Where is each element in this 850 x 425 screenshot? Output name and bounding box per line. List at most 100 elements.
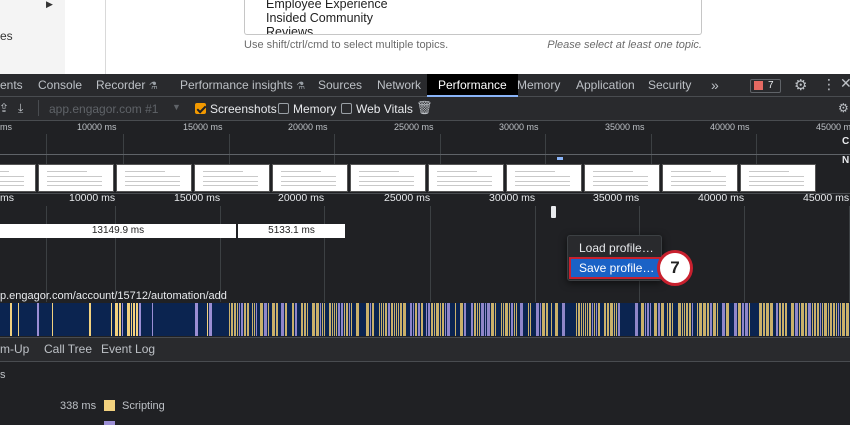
settings-gear-icon[interactable]: ⚙ — [794, 76, 807, 94]
activity-stripe — [516, 303, 517, 336]
activity-stripe — [381, 303, 382, 336]
activity-stripe — [372, 303, 374, 336]
tab-memory[interactable]: Memory — [517, 74, 560, 97]
screenshot-frame[interactable] — [428, 164, 504, 192]
screenshot-frame[interactable] — [38, 164, 114, 192]
activity-stripe — [672, 303, 673, 336]
main-tick-label: 10000 ms — [69, 192, 116, 204]
flask-icon: ⚗ — [148, 81, 158, 92]
screenshot-frame[interactable] — [740, 164, 816, 192]
save-profile-menu-item[interactable]: Save profile… — [569, 257, 661, 279]
activity-stripe — [592, 303, 593, 336]
tab-performance-insights[interactable]: Performance insights ⚗ — [180, 74, 305, 97]
activity-stripe — [776, 303, 778, 336]
chevron-down-icon[interactable]: ▼ — [172, 102, 181, 112]
activity-stripe — [426, 303, 427, 336]
interaction-bar[interactable]: 13149.9 ms — [0, 224, 236, 238]
topic-option[interactable]: Reviews — [266, 25, 313, 34]
activity-stripe — [247, 303, 249, 336]
screenshot-frame[interactable] — [272, 164, 348, 192]
main-gridline — [46, 206, 47, 302]
tab-security[interactable]: Security — [648, 74, 691, 97]
tab-event-log[interactable]: Event Log — [101, 342, 155, 356]
activity-stripe — [332, 303, 333, 336]
activity-stripe — [822, 303, 823, 336]
tab-bottom-up[interactable]: m-Up — [0, 342, 29, 356]
screenshot-frame[interactable] — [116, 164, 192, 192]
tab-elements[interactable]: ents — [0, 74, 23, 97]
activity-stripe — [686, 303, 688, 336]
activity-stripe — [791, 303, 794, 336]
activity-stripe — [734, 303, 737, 336]
activity-stripe — [604, 303, 606, 336]
activity-stripe — [388, 303, 390, 336]
activity-stripe — [820, 303, 821, 336]
main-gridline — [744, 206, 745, 302]
screenshot-frame[interactable] — [350, 164, 426, 192]
activity-stripe — [830, 303, 832, 336]
tab-sources[interactable]: Sources — [318, 74, 362, 97]
topic-option[interactable]: Insided Community — [266, 11, 373, 25]
screenshot-frame[interactable] — [506, 164, 582, 192]
screenshot-frame[interactable] — [194, 164, 270, 192]
more-options-icon[interactable]: ⋮ — [822, 76, 836, 93]
activity-stripe — [828, 303, 829, 336]
trash-icon[interactable]: 🗑 — [416, 100, 433, 116]
screenshots-checkbox[interactable] — [195, 103, 206, 114]
main-thread-activity[interactable] — [0, 303, 850, 336]
overview-tick-label: 10000 ms — [77, 122, 117, 132]
activity-stripe — [833, 303, 835, 336]
tab-performance-insights-label: Performance insights — [180, 78, 293, 92]
screenshot-frame[interactable] — [0, 164, 36, 192]
tab-call-tree[interactable]: Call Tree — [44, 342, 92, 356]
tab-recorder[interactable]: Recorder ⚗ — [96, 74, 158, 97]
topics-multiselect[interactable]: Employee Experience Insided Community Re… — [244, 0, 702, 35]
interaction-bar[interactable]: 5133.1 ms — [238, 224, 345, 238]
activity-stripe — [413, 303, 414, 336]
load-profile-menu-item[interactable]: Load profile… — [571, 239, 659, 257]
activity-stripe — [440, 303, 441, 336]
activity-stripe — [410, 303, 412, 336]
main-thread-url: p.engagor.com/account/15712/automation/a… — [0, 290, 227, 302]
topic-option[interactable]: Employee Experience — [266, 0, 388, 11]
close-devtools-icon[interactable]: ✕ — [840, 75, 850, 92]
activity-stripe — [474, 303, 476, 336]
more-tabs-icon[interactable]: » — [711, 77, 719, 93]
caret-right-icon[interactable]: ▶ — [46, 0, 53, 10]
left-nav-text[interactable]: es — [0, 29, 13, 43]
activity-stripe — [766, 303, 769, 336]
overview-tick-label: 20000 ms — [288, 122, 328, 132]
tab-network[interactable]: Network — [377, 74, 421, 97]
activity-stripe — [254, 303, 255, 336]
activity-stripe — [511, 303, 513, 336]
activity-stripe — [782, 303, 784, 336]
issues-badge[interactable]: 7 — [750, 79, 781, 93]
flask-icon: ⚗ — [296, 81, 306, 92]
activity-stripe — [641, 303, 644, 336]
activity-stripe — [234, 303, 236, 336]
activity-stripe — [520, 303, 523, 336]
screenshot-frame[interactable] — [584, 164, 660, 192]
profile-target-select[interactable]: app.engagor.com #1 — [49, 102, 158, 116]
screenshot-frame[interactable] — [662, 164, 738, 192]
activity-stripe — [509, 303, 510, 336]
activity-stripe — [307, 303, 308, 336]
activity-stripe — [252, 303, 253, 336]
activity-stripe — [320, 303, 321, 336]
activity-stripe — [707, 303, 709, 336]
capture-settings-icon[interactable]: ⚙ — [838, 101, 849, 115]
tab-performance[interactable]: Performance — [427, 74, 518, 97]
memory-checkbox[interactable] — [278, 103, 289, 114]
download-icon[interactable]: ⤓ — [18, 101, 23, 116]
tab-application[interactable]: Application — [576, 74, 635, 97]
activity-stripe — [304, 303, 306, 336]
screenshot-filmstrip[interactable] — [0, 164, 850, 192]
activity-stripe — [692, 303, 693, 336]
rendering-swatch — [104, 421, 115, 425]
overview-tick-label: 30000 ms — [499, 122, 539, 132]
activity-stripe — [785, 303, 787, 336]
tab-console[interactable]: Console — [38, 74, 82, 97]
web-vitals-checkbox[interactable] — [341, 103, 352, 114]
activity-stripe — [614, 303, 615, 336]
upload-icon[interactable]: ⇪ — [0, 101, 9, 115]
